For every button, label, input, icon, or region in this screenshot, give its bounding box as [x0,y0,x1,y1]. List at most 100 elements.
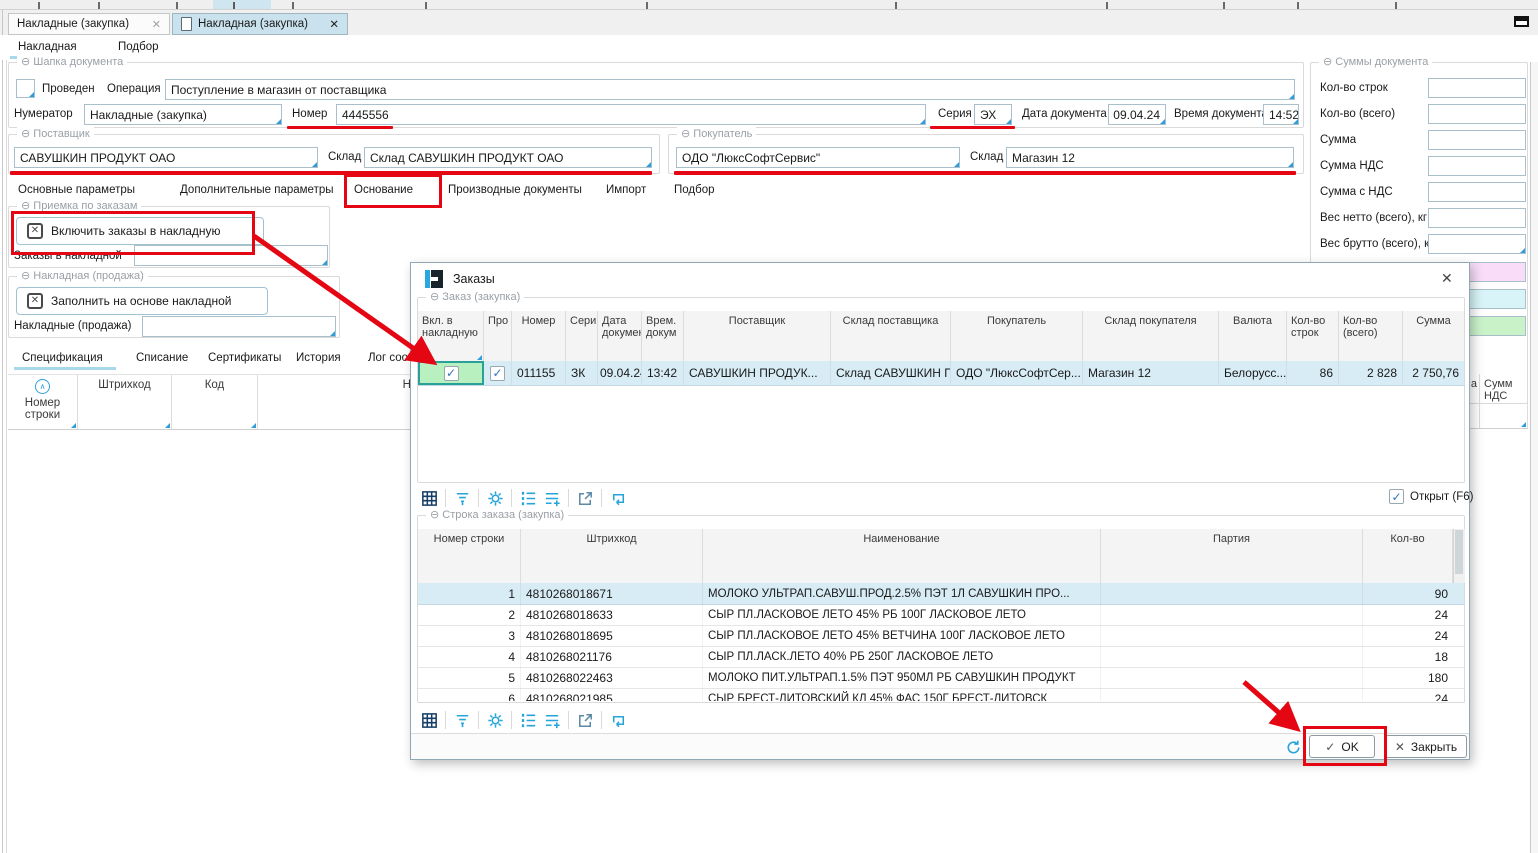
close-button[interactable]: ✕ Закрыть [1385,735,1467,758]
collapse-icon[interactable]: ⊖ [430,291,439,303]
tab-writeoff[interactable]: Списание [136,352,188,364]
col-batch[interactable]: Партия [1101,529,1363,583]
tab-selection[interactable]: Подбор [674,184,715,196]
cell-series[interactable]: ЗК [566,361,598,385]
totals-field-gross-weight[interactable] [1428,234,1526,254]
totals-field-lines[interactable] [1428,78,1526,98]
document-date-field[interactable]: 09.04.24 [1108,104,1166,125]
buyer-field[interactable]: ОДО "ЛюксСофтСервис" [676,147,960,168]
reimport-icon[interactable] [606,486,630,510]
order-line-row[interactable]: 2 4810268018633 СЫР ПЛ.ЛАСКОВОЕ ЛЕТО 45%… [418,604,1464,626]
spec-col-line-no[interactable]: ∧ Номер строки [8,375,78,429]
refresh-icon[interactable] [1281,735,1305,759]
numerator-field[interactable]: Накладные (закупка) [84,104,282,125]
checkbox-checked-icon[interactable]: ✓ [444,366,459,381]
collapse-icon[interactable]: ⊖ [21,56,30,68]
tab-certificates[interactable]: Сертификаты [208,352,281,364]
grid-icon[interactable] [417,486,441,510]
lines-scrollbar[interactable] [1453,529,1465,583]
fill-from-invoice-button[interactable]: ✕ Заполнить на основе накладной [16,287,268,315]
spec-col-code[interactable]: Код [172,375,258,429]
collapse-icon[interactable]: ⊖ [430,509,439,521]
cell-qty-total[interactable]: 2 828 [1339,361,1403,385]
add-row-icon[interactable] [540,708,564,732]
col-line-count[interactable]: Кол-во строк [1287,311,1339,361]
tab-specification[interactable]: Спецификация [22,352,103,364]
open-f6-checkbox[interactable]: ✓ [1389,489,1404,504]
cell-include-checkbox[interactable]: ✓ [418,361,484,385]
col-doc-date[interactable]: Дата докумен [598,311,642,361]
settings-gear-icon[interactable] [483,486,507,510]
tab-additional-params[interactable]: Дополнительные параметры [180,184,334,196]
tab-close-icon[interactable]: ✕ [152,18,161,31]
document-time-field[interactable]: 14:52 [1263,104,1299,125]
orders-table-row[interactable]: ✓ ✓ 011155 ЗК 09.04.24 13:42 САВУШКИН ПР… [418,361,1464,386]
series-field[interactable]: ЭХ [974,104,1012,125]
col-currency[interactable]: Валюта [1219,311,1287,361]
order-line-row[interactable]: 5 4810268022463 МОЛОКО ПИТ.УЛЬТРАП.1.5% … [418,667,1464,689]
reimport-icon[interactable] [606,708,630,732]
cell-posted-checkbox[interactable]: ✓ [484,361,512,385]
collapse-icon[interactable]: ⊖ [21,128,30,140]
right-scrollbar[interactable] [1530,62,1538,853]
tab-main-params[interactable]: Основные параметры [18,184,135,196]
numbered-list-icon[interactable] [516,486,540,510]
cell-supplier-wh[interactable]: Склад САВУШКИН П... [831,361,951,385]
cell-buyer-wh[interactable]: Магазин 12 [1083,361,1219,385]
col-series[interactable]: Сери [566,311,598,361]
open-external-icon[interactable] [573,708,597,732]
window-list-icon[interactable] [1514,16,1529,27]
order-line-row[interactable]: 1 4810268018671 МОЛОКО УЛЬТРАП.САВУШ.ПРО… [418,583,1464,605]
col-name[interactable]: Наименование [703,529,1101,583]
add-row-icon[interactable] [540,486,564,510]
collapse-icon[interactable]: ⊖ [1323,56,1332,68]
open-external-icon[interactable] [573,486,597,510]
col-qty[interactable]: Кол-во [1363,529,1453,583]
col-buyer-wh[interactable]: Склад покупателя [1083,311,1219,361]
cell-number[interactable]: 011155 [512,361,566,385]
col-line-number[interactable]: Номер строки [418,529,521,583]
filter-icon[interactable] [450,708,474,732]
menu-invoice[interactable]: Накладная [18,41,77,53]
totals-field-vat[interactable] [1428,156,1526,176]
checkbox-checked-icon[interactable]: ✓ [490,366,505,381]
collapse-icon[interactable]: ⊖ [681,128,690,140]
sales-invoices-field[interactable] [142,316,336,337]
order-line-row[interactable]: 3 4810268018695 СЫР ПЛ.ЛАСКОВОЕ ЛЕТО 45%… [418,625,1464,647]
order-line-row[interactable]: 4 4810268021176 СЫР ПЛ.ЛАСК.ЛЕТО 40% РБ … [418,646,1464,668]
cell-line-count[interactable]: 86 [1287,361,1339,385]
tab-import[interactable]: Импорт [606,184,646,196]
col-buyer[interactable]: Покупатель [951,311,1083,361]
cell-time[interactable]: 13:42 [642,361,684,385]
numbered-list-icon[interactable] [516,708,540,732]
supplier-warehouse-field[interactable]: Склад САВУШКИН ПРОДУКТ ОАО [364,147,652,168]
menu-selection[interactable]: Подбор [118,41,159,53]
dialog-close-icon[interactable]: ✕ [1441,270,1453,287]
col-posted[interactable]: Про [484,311,512,361]
totals-field-qty[interactable] [1428,104,1526,124]
cell-buyer[interactable]: ОДО "ЛюксСофтСер... [951,361,1083,385]
tab-invoices-list[interactable]: Накладные (закупка) ✕ [8,13,170,35]
tab-invoice-active[interactable]: Накладная (закупка) ✕ [172,13,348,35]
tab-history[interactable]: История [296,352,341,364]
totals-field-sum-vat[interactable] [1428,182,1526,202]
col-qty-total[interactable]: Кол-во (всего) [1339,311,1403,361]
dialog-title-bar[interactable]: Заказы ✕ [411,263,1469,296]
operation-field[interactable]: Поступление в магазин от поставщика [165,79,1295,100]
supplier-field[interactable]: САВУШКИН ПРОДУКТ ОАО [14,147,318,168]
filter-icon[interactable] [450,486,474,510]
totals-field-net-weight[interactable] [1428,208,1526,228]
cell-sum[interactable]: 2 750,76 [1403,361,1464,385]
spec-col-barcode[interactable]: Штрихкод [78,375,172,429]
col-supplier-wh[interactable]: Склад поставщика [831,311,951,361]
col-barcode[interactable]: Штрихкод [521,529,703,583]
tab-close-icon[interactable]: ✕ [329,17,339,31]
settings-gear-icon[interactable] [483,708,507,732]
col-sum[interactable]: Сумма [1403,311,1464,361]
col-number[interactable]: Номер [512,311,566,361]
col-include[interactable]: Вкл. в накладную [418,311,484,361]
order-line-row[interactable]: 6 4810268021985 СЫР БРЕСТ-ЛИТОВСКИЙ КЛ 4… [418,688,1464,701]
tab-derived-documents[interactable]: Производные документы [448,184,582,196]
grid-icon[interactable] [417,708,441,732]
cell-supplier[interactable]: САВУШКИН ПРОДУК... [684,361,831,385]
